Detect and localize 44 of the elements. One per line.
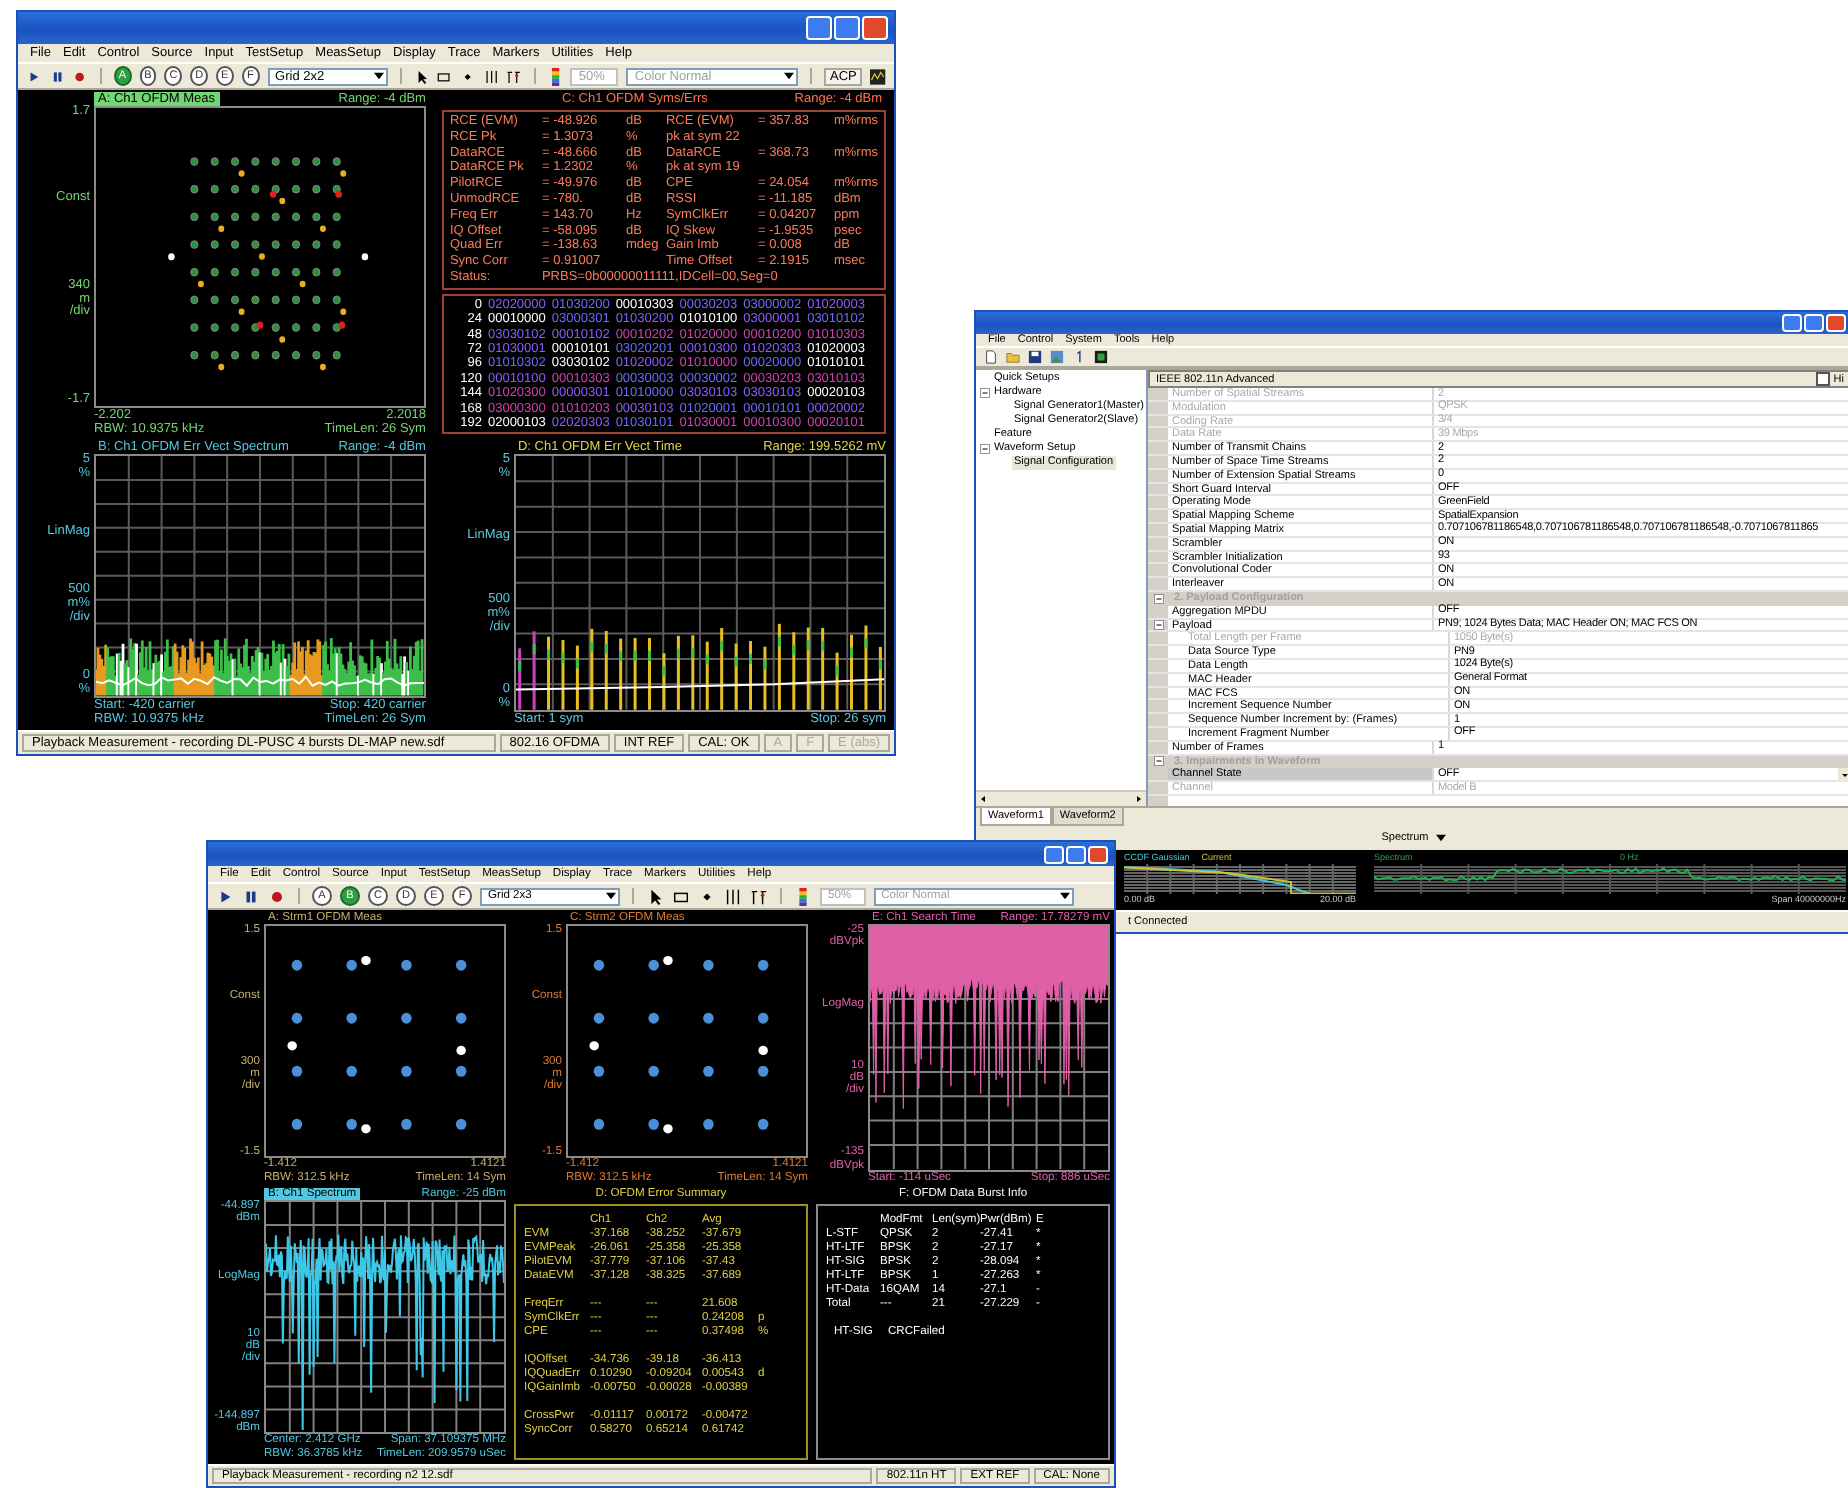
close-button[interactable] <box>862 16 888 40</box>
minimize-button[interactable] <box>1044 845 1064 863</box>
rectangle-icon[interactable] <box>436 67 452 85</box>
device-icon[interactable] <box>1094 350 1108 364</box>
new-file-icon[interactable] <box>984 350 998 364</box>
scroll-right-icon[interactable] <box>1132 792 1146 806</box>
pause-icon[interactable] <box>242 887 260 905</box>
close-button[interactable] <box>1826 314 1846 332</box>
pointer-icon[interactable] <box>646 887 664 905</box>
record-icon[interactable] <box>268 887 286 905</box>
pause-icon[interactable] <box>49 67 65 85</box>
picture-icon[interactable] <box>1050 350 1064 364</box>
caret-icon <box>606 892 616 900</box>
caret-icon <box>1059 892 1070 900</box>
maximize-button[interactable] <box>1804 314 1824 332</box>
bars-icon[interactable] <box>724 887 742 905</box>
collapse-icon[interactable] <box>980 388 990 398</box>
open-folder-icon[interactable] <box>1006 350 1020 364</box>
caret-icon <box>1436 834 1447 842</box>
collapse-icon[interactable] <box>1153 619 1163 630</box>
minimize-button[interactable] <box>1782 314 1802 332</box>
play-icon[interactable] <box>26 67 42 85</box>
horizontal-scrollbar[interactable] <box>976 790 1146 806</box>
marker-icon[interactable] <box>506 67 522 85</box>
pointer-icon[interactable] <box>413 67 429 85</box>
record-icon[interactable] <box>72 67 88 85</box>
close-button[interactable] <box>1088 845 1108 863</box>
caret-icon <box>784 72 795 80</box>
maximize-button[interactable] <box>834 16 860 40</box>
play-icon[interactable] <box>216 887 234 905</box>
collapse-icon[interactable] <box>1153 593 1163 604</box>
collapse-icon[interactable] <box>1153 756 1163 767</box>
color-scale-icon[interactable] <box>794 887 812 905</box>
save-icon[interactable] <box>1028 350 1042 364</box>
minimize-button[interactable] <box>806 16 832 40</box>
marker-icon[interactable] <box>750 887 768 905</box>
waveform-icon[interactable] <box>870 67 887 85</box>
scroll-left-icon[interactable] <box>976 792 990 806</box>
rectangle-icon[interactable] <box>672 887 690 905</box>
color-scale-icon[interactable] <box>547 67 563 85</box>
bars-icon[interactable] <box>483 67 499 85</box>
collapse-icon[interactable] <box>980 444 990 454</box>
caret-icon <box>373 72 384 80</box>
maximize-button[interactable] <box>1066 845 1086 863</box>
